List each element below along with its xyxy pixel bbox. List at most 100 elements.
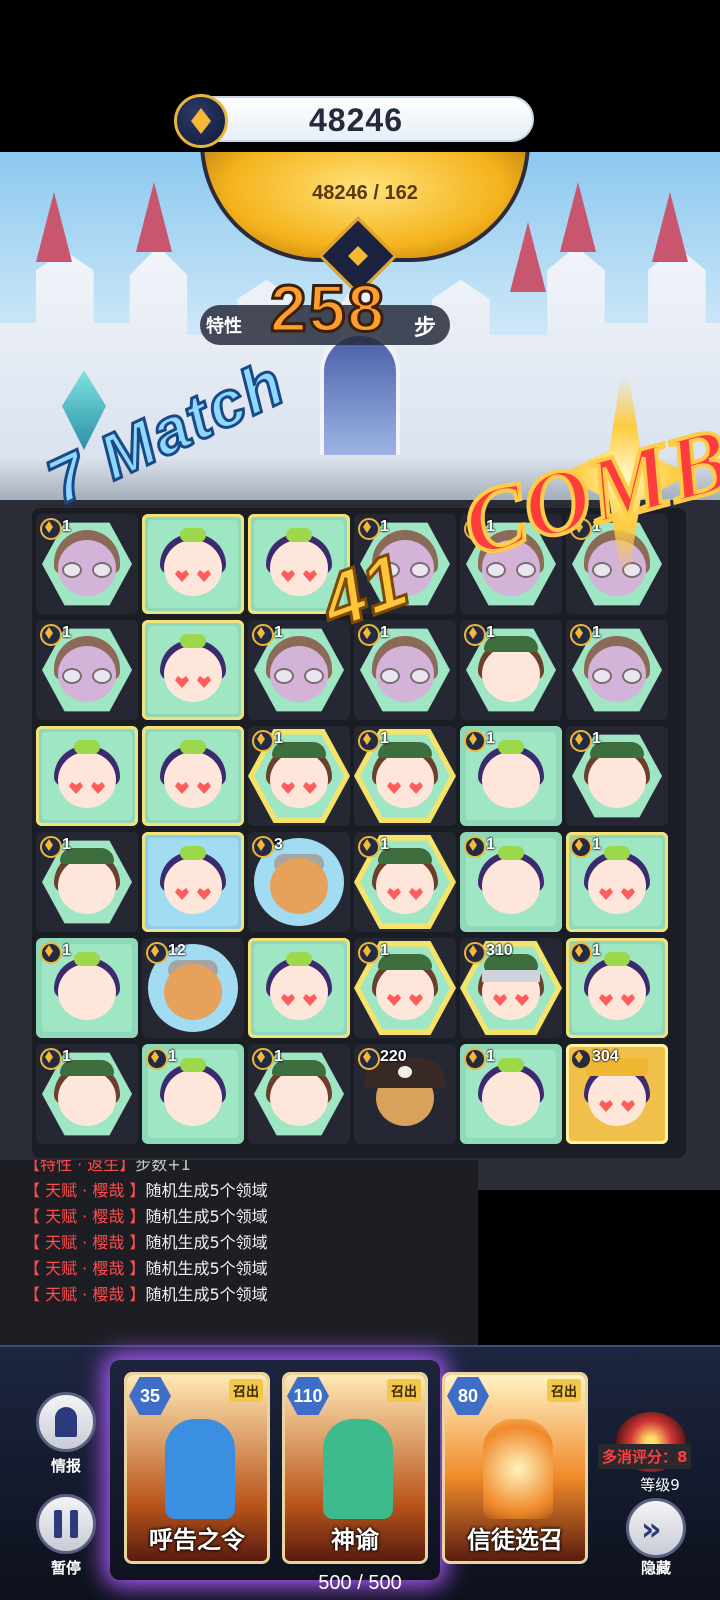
board-tile[interactable]: 1 [460,726,562,826]
tile-level-badge: 310 [464,940,513,964]
board-tile[interactable]: 1 [460,832,562,932]
soldier-unit-icon [264,1058,334,1130]
tile-level-badge: 1 [40,516,71,540]
castle-gate [320,332,400,462]
pause-label: 暂停 [50,1559,81,1577]
soldier-unit-icon [52,846,122,918]
card-tag: 召出 [546,1379,581,1402]
score-value: 48246 [309,102,403,138]
board-tile[interactable]: 1 [36,832,138,932]
mech-unit-icon [52,634,122,706]
battle-log: 【特性 · 返生】步数+1 【 天赋 · 樱哉 】随机生成5个领域【 天赋 · 樱… [0,1160,478,1346]
board-tile[interactable]: 220 [354,1044,456,1144]
board-tile[interactable]: 310 [460,938,562,1038]
board-tile[interactable]: 1 [248,1044,350,1144]
log-text: 随机生成5个领域 [145,1181,268,1200]
girl-unit-icon [476,1058,546,1130]
log-text: 步数+1 [135,1160,191,1174]
board-tile[interactable] [36,726,138,826]
board-tile[interactable] [142,726,244,826]
board-tile[interactable]: 1 [36,938,138,1038]
mech-unit-icon [264,634,334,706]
pause-icon [70,1510,78,1538]
skill-card-believer-summon[interactable]: 80 召出 信徒选召 [442,1372,588,1564]
log-line: 【 天赋 · 樱哉 】随机生成5个领域 [24,1230,454,1256]
girl-unit-icon [158,528,228,600]
girl-unit-icon [52,740,122,812]
tile-level-badge: 1 [146,1046,177,1070]
girl-unit-icon [582,952,652,1024]
girl-unit-icon [52,952,122,1024]
soldier-unit-icon [264,740,334,812]
tile-level-badge: 1 [358,834,389,858]
green-knight-icon [323,1419,393,1519]
info-label: 情报 [50,1457,81,1475]
board-tile[interactable]: 1 [566,726,668,826]
board-tile[interactable]: 1 [354,832,456,932]
board-tile[interactable]: 1 [142,1044,244,1144]
tile-level-badge: 1 [464,622,495,646]
board-tile[interactable]: 12 [142,938,244,1038]
steps-remaining: 258 [268,270,387,347]
girl-unit-icon [264,952,334,1024]
board-tile[interactable]: 1 [460,1044,562,1144]
skill-card-oracle[interactable]: 110 召出 神谕 [282,1372,428,1564]
log-tag: 【 天赋 · 樱哉 】 [24,1285,146,1304]
board-tile[interactable]: 3 [248,832,350,932]
skill-card-summon-order[interactable]: 35 召出 呼告之令 [124,1372,270,1564]
board-tile[interactable]: 1 [566,938,668,1038]
board-tile[interactable] [142,620,244,720]
board-tile[interactable]: 304 [566,1044,668,1144]
board-tile[interactable]: 1 [460,620,562,720]
board-tile[interactable]: 1 [566,832,668,932]
board-tile[interactable]: 1 [36,514,138,614]
boss-hp-text: 48246 / 162 [312,182,418,204]
crown-unit-icon [582,1058,652,1130]
girl-unit-icon [476,740,546,812]
log-line: 【 天赋 · 樱哉 】随机生成5个领域 [24,1256,454,1282]
level-text: 等级9 [640,1476,680,1494]
mech-unit-icon [52,528,122,600]
log-tag: 【 天赋 · 樱哉 】 [24,1233,146,1252]
board-tile[interactable] [248,938,350,1038]
board-tile[interactable]: 1 [566,620,668,720]
girl-unit-icon [158,846,228,918]
hide-label: 隐藏 [640,1559,671,1577]
card-tag: 召出 [386,1379,421,1402]
board-tile[interactable]: 1 [354,726,456,826]
board-tile[interactable]: 1 [248,726,350,826]
mech-unit-icon [582,634,652,706]
tile-level-badge: 1 [464,1046,495,1070]
soldier-unit-icon [52,1058,122,1130]
tile-level-badge: 1 [464,728,495,752]
log-text: 随机生成5个领域 [145,1259,268,1278]
log-line: 【特性 · 返生】步数+1 [24,1160,454,1178]
board-tile[interactable] [142,514,244,614]
double-chevron-right-icon: » [641,1510,662,1548]
card-name: 信徒选召 [467,1526,563,1554]
monkey-unit-icon [264,846,334,918]
girl-unit-icon [158,634,228,706]
board-tile[interactable]: 1 [36,620,138,720]
castle-roof [136,182,172,252]
hide-button[interactable]: » [626,1498,686,1558]
card-tag: 召出 [228,1379,263,1402]
card-name: 呼告之令 [149,1526,245,1554]
soldier-unit-icon [582,740,652,812]
girl-unit-icon [158,740,228,812]
tile-level-badge: 1 [570,834,601,858]
helm-unit-icon [476,952,546,1024]
tile-level-badge: 1 [464,834,495,858]
pause-button[interactable] [36,1494,96,1554]
board-tile[interactable]: 1 [354,938,456,1038]
board-tile[interactable]: 1 [36,1044,138,1144]
soldier-unit-icon [370,740,440,812]
castle-roof [560,182,596,252]
score-display: 48246 [174,94,534,148]
soldier-unit-icon [476,634,546,706]
tile-level-badge: 1 [570,728,601,752]
log-tag: 【 天赋 · 樱哉 】 [24,1181,146,1200]
info-button[interactable] [36,1392,96,1452]
log-text: 随机生成5个领域 [145,1233,268,1252]
board-tile[interactable] [142,832,244,932]
